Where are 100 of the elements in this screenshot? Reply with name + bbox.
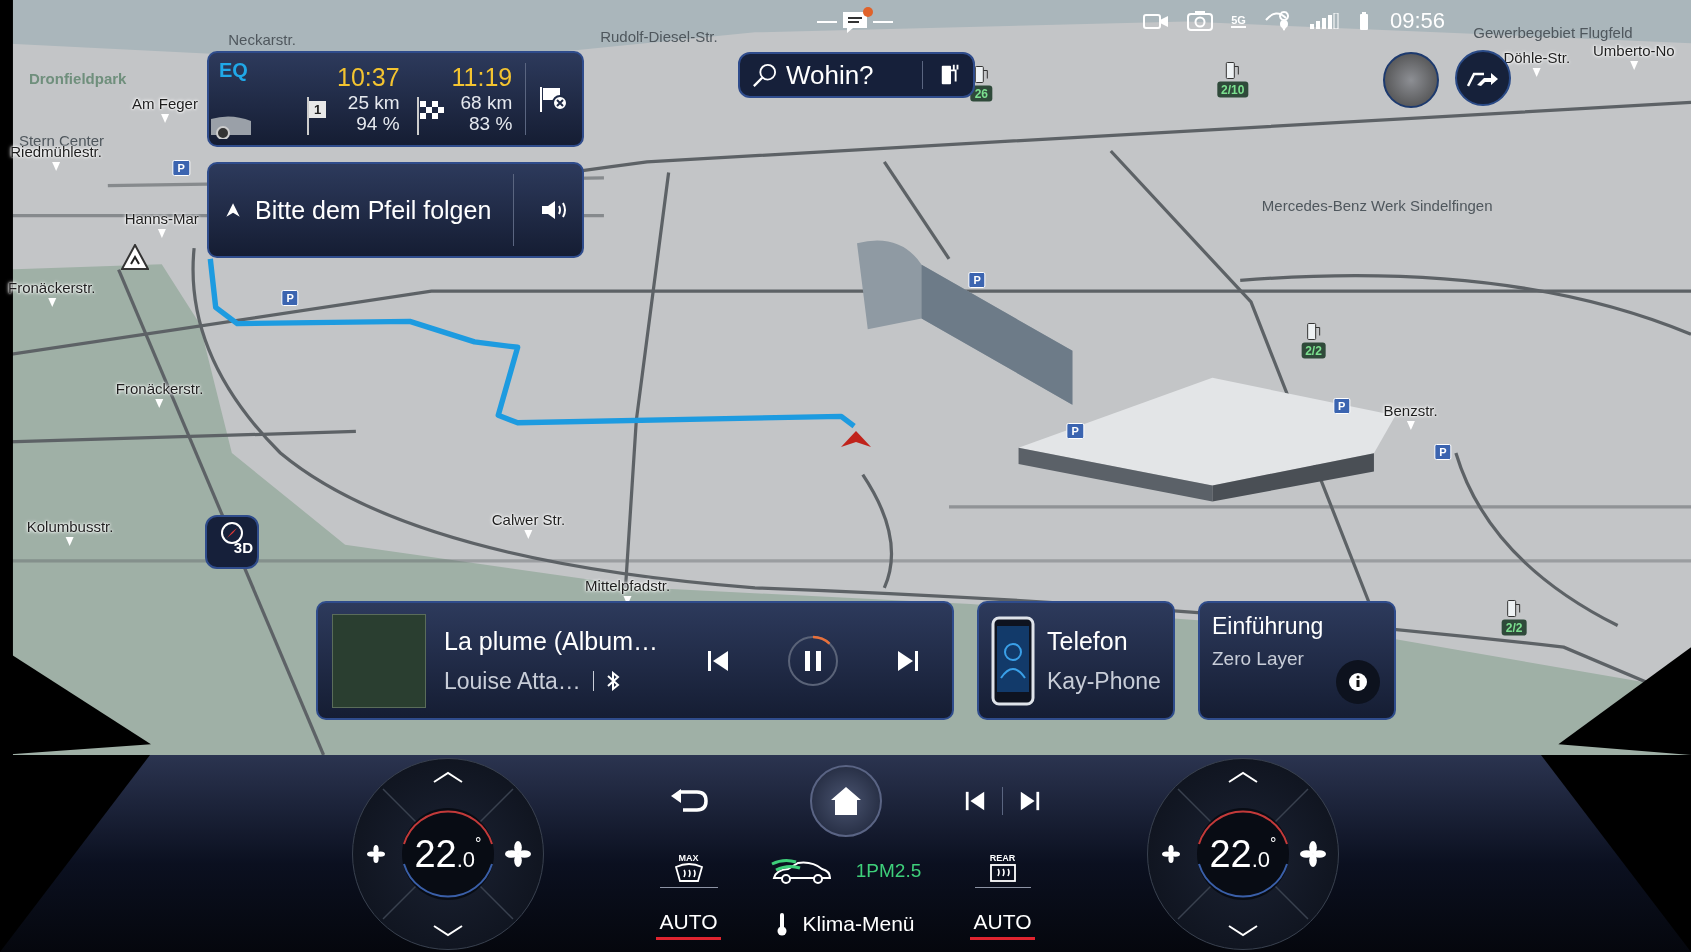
pin-icon <box>524 530 533 540</box>
card-title: Telefon <box>1047 626 1129 656</box>
message-icon[interactable] <box>815 6 895 34</box>
charging-count: 2/10 <box>1217 81 1249 98</box>
pin-icon <box>157 229 166 239</box>
network-label: 5G <box>1231 14 1246 28</box>
brand-logo: EQ <box>219 59 248 82</box>
pin-icon <box>52 162 61 172</box>
street-label: Umberto-No <box>1593 42 1675 60</box>
pin-icon <box>155 398 164 408</box>
windshield-defrost-icon <box>673 863 704 883</box>
view-mode-button[interactable]: 3D <box>205 515 259 569</box>
track-title: La plume (Album… <box>444 626 659 656</box>
fan-up-button[interactable] <box>1300 840 1326 867</box>
street-label: Kolumbusstr. <box>26 517 114 535</box>
skip-back-icon <box>706 649 730 672</box>
temperature-down-button[interactable] <box>1228 924 1258 937</box>
street-label: Calwer Str. <box>491 511 566 529</box>
road-works-icon <box>120 243 149 270</box>
fan-down-button[interactable] <box>367 844 385 863</box>
skip-forward-icon <box>896 649 920 672</box>
chevron-down-icon <box>1228 924 1258 937</box>
home-icon <box>829 785 862 816</box>
phone-card[interactable]: Telefon Kay-Phone <box>977 601 1175 720</box>
street-label: Döhle-Str. <box>1503 48 1571 66</box>
parking-sign: P <box>172 160 190 177</box>
search-input[interactable]: Wohin? <box>785 59 906 91</box>
street-label: Neckarstr. <box>228 30 296 48</box>
speaker-icon <box>540 199 568 221</box>
street-label: Dronfieldpark <box>28 69 127 87</box>
finish-flag-icon <box>415 95 446 136</box>
distance: 25 km <box>347 91 400 114</box>
guidance-instruction: Bitte dem Pfeil folgen <box>255 195 492 225</box>
pin-icon <box>1532 67 1541 77</box>
auto-climate-button[interactable]: AUTO <box>969 907 1036 940</box>
search-bar[interactable]: Wohin? <box>738 52 975 98</box>
temperature-up-button[interactable] <box>433 770 463 783</box>
street-label: Mittelpfadstr. <box>585 577 671 595</box>
fan-down-button[interactable] <box>1162 844 1180 863</box>
climate-menu-button[interactable]: Klima-Menü <box>774 909 917 938</box>
info-icon <box>1348 672 1368 692</box>
pin-icon <box>161 113 169 123</box>
air-quality-reading: 1PM2.5 <box>855 859 922 882</box>
parking-sign: P <box>1066 423 1084 440</box>
charging-station-icon <box>1223 60 1242 81</box>
max-defrost-button[interactable]: MAX <box>659 853 718 888</box>
pin-icon <box>47 298 56 308</box>
street-label: Rudolf-Diesel-Str. <box>600 27 718 45</box>
street-label: Am Feger <box>132 94 198 112</box>
fan-icon <box>367 844 385 863</box>
flag-cancel-icon <box>538 84 568 114</box>
fan-up-button[interactable] <box>505 840 531 867</box>
phone-icon <box>991 615 1035 706</box>
rear-window-defrost-icon <box>988 863 1017 883</box>
street-label: Fronäckerstr. <box>115 379 204 397</box>
bluetooth-icon <box>605 671 620 691</box>
charging-count: 2/2 <box>1301 342 1326 359</box>
street-label: Benzstr. <box>1383 402 1438 420</box>
skip-back-icon <box>964 789 986 812</box>
pin-icon <box>1406 421 1415 431</box>
parking-sign: P <box>968 272 986 289</box>
info-button[interactable] <box>1336 660 1380 704</box>
temperature-up-button[interactable] <box>1228 770 1258 783</box>
skip-forward-icon <box>1019 789 1041 812</box>
pin-icon <box>66 536 75 546</box>
device-name: Kay-Phone <box>1047 667 1161 695</box>
artist-name: Louise Atta… <box>444 667 581 695</box>
fan-icon <box>1300 840 1326 867</box>
rear-defrost-button[interactable]: REAR <box>974 853 1031 888</box>
fan-icon <box>1162 844 1180 863</box>
chevron-up-icon <box>433 770 463 783</box>
signal-icon <box>1309 13 1342 29</box>
thermometer-icon <box>776 911 789 936</box>
auto-climate-button[interactable]: AUTO <box>655 907 722 940</box>
street-label: Gewerbegebiet Flugfeld <box>1473 23 1633 41</box>
temperature-down-button[interactable] <box>433 924 463 937</box>
search-icon <box>752 61 778 89</box>
fan-icon <box>505 840 531 867</box>
media-card[interactable]: La plume (Album… Louise Atta… <box>316 601 954 720</box>
charging-station-icon <box>1304 321 1323 342</box>
info-card[interactable]: Einführung Zero Layer <box>1198 601 1396 720</box>
street-label: Mercedes-Benz Werk Sindelfingen <box>1261 196 1493 214</box>
card-title: Einführung <box>1212 613 1325 640</box>
car-position-icon <box>841 431 872 448</box>
arrival-time: 11:19 <box>451 62 513 92</box>
distance: 68 km <box>460 91 513 114</box>
charging-count: 2/2 <box>1501 619 1527 636</box>
chevron-down-icon <box>433 924 463 937</box>
battery-charge: 83 % <box>468 113 513 136</box>
battery-charge: 94 % <box>356 113 400 136</box>
arrival-time: 10:37 <box>337 62 400 92</box>
chevron-up-icon <box>1228 770 1258 783</box>
charging-count: 26 <box>970 85 993 102</box>
battery-icon <box>1359 12 1368 30</box>
charging-station-icon <box>972 64 991 85</box>
route-card[interactable]: EQ 1 10:37 25 km 94 % 11:19 68 km 83 % <box>207 51 584 147</box>
pin-icon <box>1629 61 1638 71</box>
street-label: Hanns-Mar <box>124 210 199 228</box>
compass-icon <box>220 521 244 545</box>
clock: 09:56 <box>1389 8 1445 34</box>
